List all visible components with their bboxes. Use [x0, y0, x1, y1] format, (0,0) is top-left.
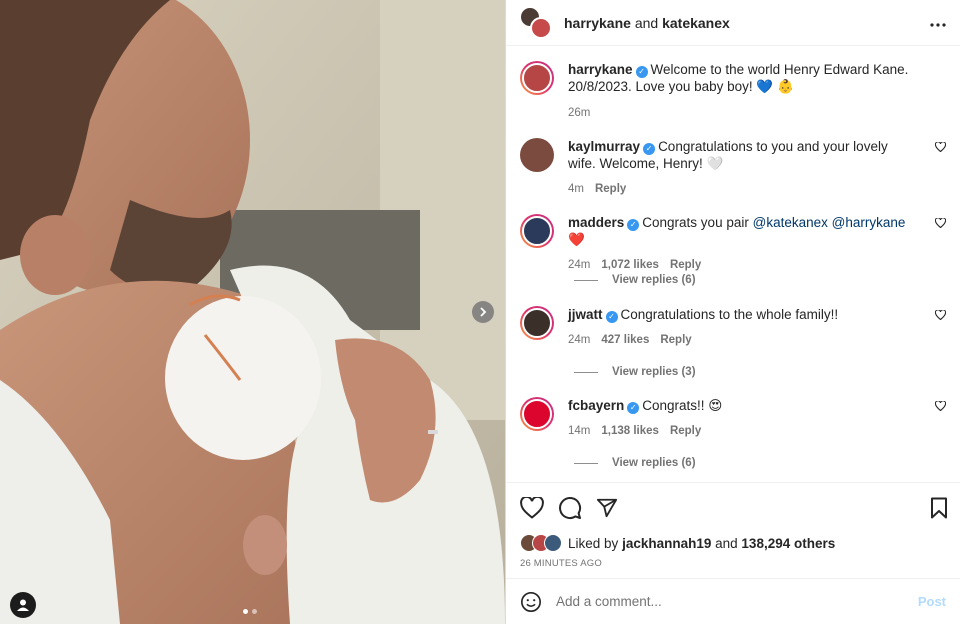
post-caption: harrykane ✓ Welcome to the world Henry Edw… [520, 61, 946, 122]
comment-icon [559, 496, 582, 519]
comment-likes[interactable]: 1,138 likes [601, 423, 659, 440]
mention-link[interactable]: @katekanex [753, 215, 828, 230]
post-timestamp[interactable]: 26 MINUTES AGO [506, 554, 960, 578]
verified-badge-icon: ✓ [627, 219, 640, 231]
avatar[interactable] [520, 397, 554, 431]
avatar[interactable] [520, 138, 554, 172]
avatar[interactable] [520, 214, 554, 248]
comment-username[interactable]: madders [568, 215, 624, 230]
post-header: harrykane and katekanex [506, 0, 960, 46]
comment-text: Congrats you pair [642, 215, 749, 230]
smiley-icon [521, 591, 541, 612]
comment-username[interactable]: kaylmurray [568, 139, 640, 154]
comment-likes[interactable]: 427 likes [601, 332, 649, 349]
comment-like-button[interactable] [934, 309, 947, 323]
liker-avatars[interactable] [520, 534, 562, 552]
view-replies-button[interactable]: View replies (3) [574, 366, 696, 378]
reply-button[interactable]: Reply [670, 257, 701, 274]
avatar [530, 16, 552, 39]
post-media[interactable] [0, 0, 505, 624]
more-options-button[interactable] [930, 14, 946, 28]
view-replies-button[interactable]: View replies (6) [574, 457, 696, 469]
post-actions-bar [506, 482, 960, 532]
verified-badge-icon: ✓ [643, 143, 656, 155]
caption-time[interactable]: 26m [568, 105, 590, 122]
heart-icon [520, 496, 544, 519]
comment-input[interactable] [556, 594, 918, 609]
comment-item: fcbayern ✓ Congrats!! 😍 14m 1,138 likes Repl… [520, 397, 947, 440]
heart-icon [934, 309, 947, 321]
comment-text: Congratulations to the whole family!! [620, 307, 839, 322]
comment-item: jjwatt ✓ Congratulations to the whole fami… [520, 306, 947, 349]
liked-by-others[interactable]: 138,294 others [741, 536, 835, 551]
author-username[interactable]: katekanex [662, 15, 730, 31]
send-icon [596, 498, 618, 517]
more-horizontal-icon [930, 23, 946, 27]
slide-dot [252, 609, 257, 614]
post-comment-button[interactable]: Post [918, 594, 946, 609]
view-replies-label: View replies (6) [612, 457, 696, 469]
comments-list[interactable]: harrykane ✓ Welcome to the world Henry Edw… [506, 46, 960, 482]
emoji-picker-button[interactable] [520, 591, 542, 613]
save-button[interactable] [930, 497, 948, 522]
comment-time[interactable]: 24m [568, 332, 590, 349]
post-authors: harrykane and katekanex [564, 15, 730, 31]
heart-icon [934, 141, 947, 153]
caption-username[interactable]: harrykane [568, 62, 633, 77]
verified-badge-icon: ✓ [635, 66, 648, 78]
bookmark-icon [931, 497, 947, 519]
post-photo [0, 0, 505, 624]
avatar[interactable] [520, 61, 554, 95]
comment-text: Congrats!! 😍 [642, 398, 723, 413]
divider [574, 371, 598, 373]
divider [574, 279, 598, 281]
user-tag-icon [17, 599, 29, 611]
comment-like-button[interactable] [934, 217, 947, 231]
comment-like-button[interactable] [934, 141, 947, 155]
slide-indicator [243, 609, 257, 614]
next-slide-button[interactable] [472, 301, 494, 323]
reply-button[interactable]: Reply [670, 423, 701, 440]
tagged-users-button[interactable] [10, 592, 36, 618]
avatar[interactable] [520, 306, 554, 340]
liked-by-prefix: Liked by [568, 535, 619, 551]
comment-username[interactable]: jjwatt [568, 307, 603, 322]
avatar [544, 534, 562, 552]
chevron-right-icon [480, 307, 487, 317]
slide-dot-active [243, 609, 248, 614]
like-button[interactable] [520, 496, 544, 519]
comment-like-button[interactable] [934, 400, 947, 414]
reply-button[interactable]: Reply [660, 332, 691, 349]
view-replies-button[interactable]: View replies (6) [574, 274, 696, 286]
share-button[interactable] [596, 497, 618, 519]
add-comment-bar: Post [506, 578, 960, 624]
verified-badge-icon: ✓ [627, 402, 640, 414]
verified-badge-icon: ✓ [605, 311, 618, 323]
instagram-post-modal: harrykane and katekanex harrykane ✓ Welcom… [0, 0, 960, 624]
comment-likes[interactable]: 1,072 likes [601, 257, 659, 274]
heart-icon [934, 400, 947, 412]
comment-emoji: ❤️ [568, 232, 585, 247]
comment-item: madders ✓ Congrats you pair @katekanex @ha… [520, 214, 947, 274]
comment-time[interactable]: 4m [568, 181, 584, 198]
comment-item: kaylmurray ✓ Congratulations to you and yo… [520, 138, 947, 198]
comment-button[interactable] [558, 496, 582, 520]
liked-by-user[interactable]: jackhannah19 [622, 536, 711, 551]
reply-button[interactable]: Reply [595, 181, 626, 198]
divider [574, 462, 598, 464]
view-replies-label: View replies (3) [612, 366, 696, 378]
comment-time[interactable]: 14m [568, 423, 590, 440]
heart-icon [934, 217, 947, 229]
author-username[interactable]: harrykane [564, 15, 631, 31]
comment-time[interactable]: 24m [568, 257, 590, 274]
mention-link[interactable]: @harrykane [832, 215, 906, 230]
collab-avatars[interactable] [520, 6, 552, 39]
liked-by-joiner: and [715, 535, 738, 551]
comment-username[interactable]: fcbayern [568, 398, 624, 413]
post-side-panel: harrykane and katekanex harrykane ✓ Welcom… [505, 0, 960, 624]
likes-summary: Liked by jackhannah19 and 138,294 others [506, 532, 960, 554]
author-joiner: and [634, 14, 659, 31]
view-replies-label: View replies (6) [612, 274, 696, 286]
